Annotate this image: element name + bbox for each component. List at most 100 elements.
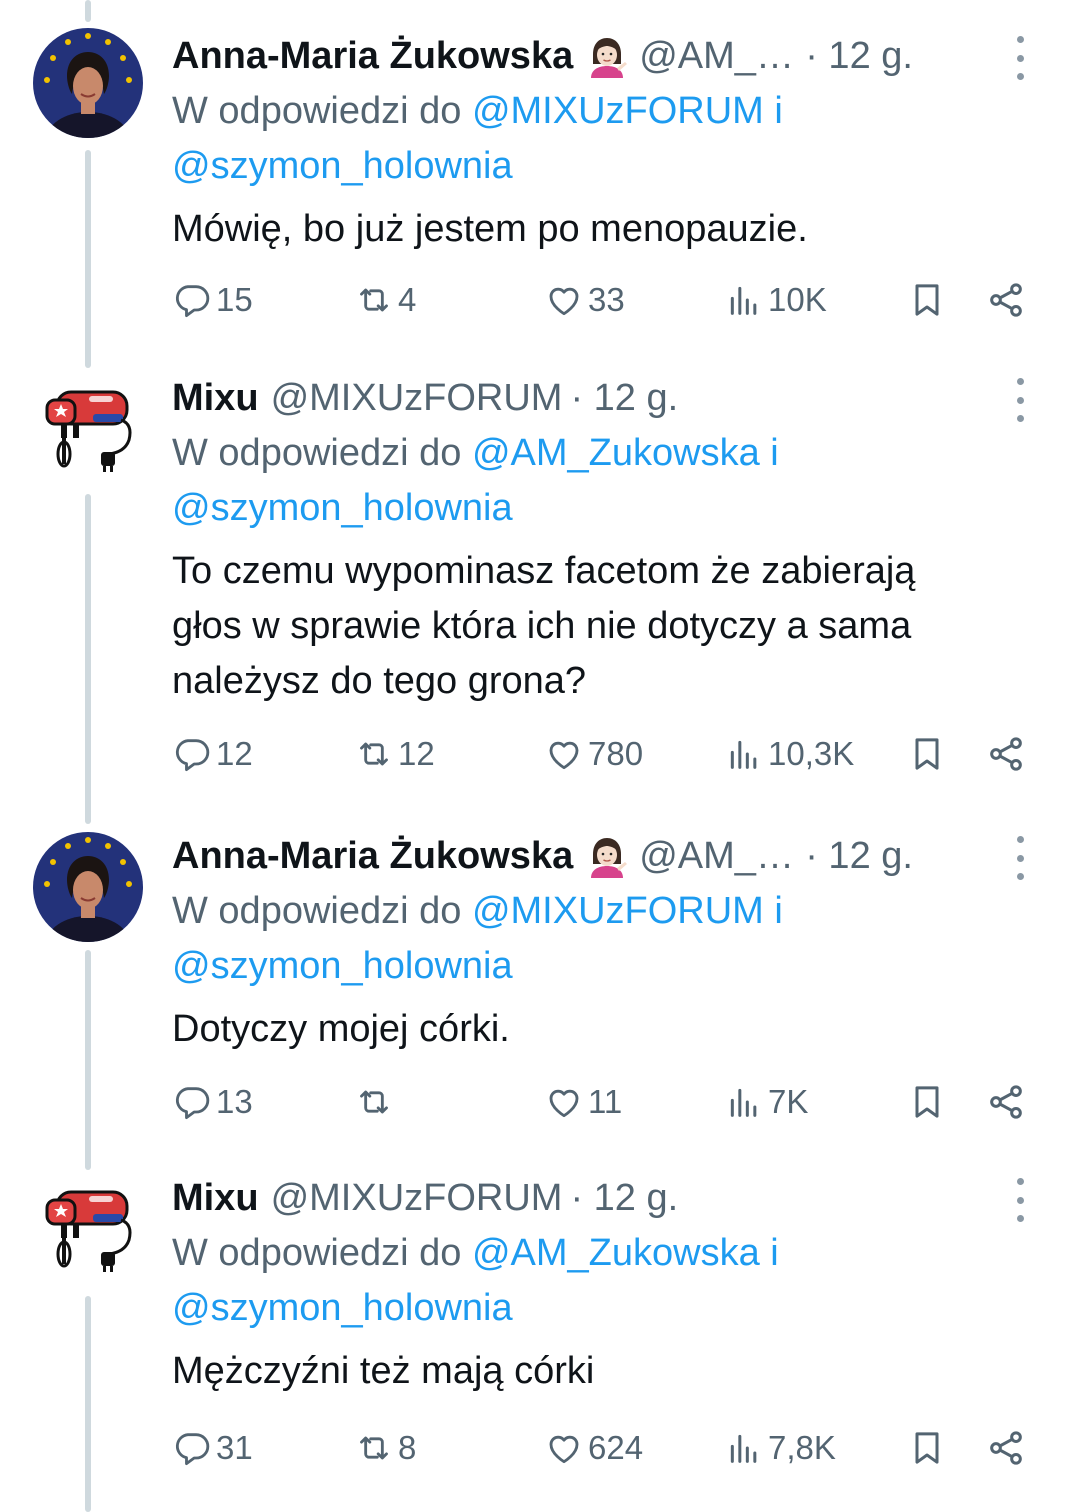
tweet-actions: 13 11 7K <box>172 1074 1040 1130</box>
like-button[interactable]: 624 <box>544 1420 643 1476</box>
author-name[interactable]: Mixu <box>172 1177 259 1220</box>
author-handle[interactable]: @MIXUzFORUM <box>271 377 563 420</box>
like-count: 11 <box>588 1083 623 1120</box>
reply-joiner: i <box>759 432 779 474</box>
tweet-header: Anna-Maria Żukowska @AM_Z... · 12 g. <box>172 828 1040 884</box>
views-button[interactable]: 7,8K <box>724 1420 836 1476</box>
retweet-button[interactable]: 12 <box>354 726 435 782</box>
tweet-time[interactable]: · 12 g. <box>570 377 678 420</box>
bookmark-button[interactable] <box>907 1074 951 1130</box>
reply-context: W odpowiedzi do @MIXUzFORUM i @szymon_ho… <box>172 884 1040 994</box>
heart-icon <box>544 280 584 320</box>
reply-icon <box>172 280 212 320</box>
tweet-text-line: głos w sprawie która ich nie dotyczy a s… <box>172 605 912 647</box>
thread-line <box>85 494 91 824</box>
reply-prefix: W odpowiedzi do <box>172 1232 472 1274</box>
share-icon <box>986 1082 1026 1122</box>
bookmark-button[interactable] <box>907 1420 951 1476</box>
mention-link[interactable]: @szymon_holownia <box>172 145 513 187</box>
reply-count: 13 <box>216 1083 253 1120</box>
more-options-icon[interactable] <box>1000 36 1040 80</box>
retweet-count: 4 <box>398 281 417 318</box>
tweet-text-line: należysz do tego grona? <box>172 660 587 702</box>
retweet-count: 8 <box>398 1429 417 1466</box>
author-handle[interactable]: @MIXUzFORUM <box>271 1177 563 1220</box>
reply-icon <box>172 734 212 774</box>
share-button[interactable] <box>986 272 1030 328</box>
thread-line <box>85 150 91 368</box>
views-count: 10,3K <box>768 735 855 772</box>
mention-link[interactable]: @szymon_holownia <box>172 487 513 529</box>
mention-link[interactable]: @szymon_holownia <box>172 1287 513 1329</box>
views-count: 7K <box>768 1083 809 1120</box>
analytics-icon <box>724 1082 764 1122</box>
tweet-text: Mówię, bo już jestem po menopauzie. <box>172 208 808 250</box>
retweet-button[interactable]: 4 <box>354 272 416 328</box>
like-count: 780 <box>588 735 644 772</box>
reply-button[interactable]: 31 <box>172 1420 253 1476</box>
retweet-button[interactable]: 8 <box>354 1420 416 1476</box>
thread-line <box>85 0 91 22</box>
tweet-actions: 12 12 780 10,3K <box>172 726 1040 782</box>
reply-prefix: W odpowiedzi do <box>172 432 472 474</box>
heart-icon <box>544 1082 584 1122</box>
share-icon <box>986 734 1026 774</box>
bookmark-icon <box>907 280 947 320</box>
reply-button[interactable]: 12 <box>172 726 253 782</box>
views-button[interactable]: 7K <box>724 1074 808 1130</box>
mention-link[interactable]: @AM_Zukowska <box>472 432 760 474</box>
avatar[interactable] <box>33 832 143 942</box>
person-tipping-hand-emoji-icon <box>585 34 629 78</box>
author-name[interactable]: Anna-Maria Żukowska <box>172 835 573 878</box>
views-button[interactable]: 10K <box>724 272 827 328</box>
retweet-icon <box>354 280 394 320</box>
tweet-actions: 15 4 33 10K <box>172 272 1040 328</box>
share-icon <box>986 1428 1026 1468</box>
reply-button[interactable]: 15 <box>172 272 253 328</box>
like-button[interactable]: 33 <box>544 272 625 328</box>
more-options-icon[interactable] <box>1000 836 1040 880</box>
reply-prefix: W odpowiedzi do <box>172 90 472 132</box>
author-name[interactable]: Anna-Maria Żukowska <box>172 35 573 78</box>
mention-link[interactable]: @MIXUzFORUM <box>472 90 764 132</box>
tweet-time[interactable]: · 12 g. <box>805 835 913 878</box>
tweet-time[interactable]: · 12 g. <box>570 1177 678 1220</box>
share-button[interactable] <box>986 726 1030 782</box>
mention-link[interactable]: @MIXUzFORUM <box>472 890 764 932</box>
bookmark-button[interactable] <box>907 726 951 782</box>
heart-icon <box>544 1428 584 1468</box>
reply-button[interactable]: 13 <box>172 1074 253 1130</box>
avatar[interactable] <box>33 1174 143 1284</box>
bookmark-icon <box>907 734 947 774</box>
more-options-icon[interactable] <box>1000 1178 1040 1222</box>
reply-prefix: W odpowiedzi do <box>172 890 472 932</box>
tweet-time[interactable]: · 12 g. <box>805 35 913 78</box>
reply-icon <box>172 1082 212 1122</box>
author-handle[interactable]: @AM_Z... <box>639 35 797 78</box>
views-button[interactable]: 10,3K <box>724 726 854 782</box>
retweet-button[interactable] <box>354 1074 398 1130</box>
avatar[interactable] <box>33 28 143 138</box>
share-icon <box>986 280 1026 320</box>
like-button[interactable]: 11 <box>544 1074 622 1130</box>
reply-context: W odpowiedzi do @AM_Zukowska i @szymon_h… <box>172 1226 1040 1336</box>
retweet-icon <box>354 734 394 774</box>
mention-link[interactable]: @AM_Zukowska <box>472 1232 760 1274</box>
reply-joiner: i <box>763 890 783 932</box>
share-button[interactable] <box>986 1420 1030 1476</box>
tweet-text: Dotyczy mojej córki. <box>172 1008 510 1050</box>
bookmark-button[interactable] <box>907 272 951 328</box>
author-handle[interactable]: @AM_Z... <box>639 835 797 878</box>
mention-link[interactable]: @szymon_holownia <box>172 945 513 987</box>
tweet-header: Mixu @MIXUzFORUM · 12 g. <box>172 1170 1040 1226</box>
tweet-actions: 31 8 624 7,8K <box>172 1420 1040 1476</box>
avatar[interactable] <box>33 374 143 484</box>
author-name[interactable]: Mixu <box>172 377 259 420</box>
like-button[interactable]: 780 <box>544 726 643 782</box>
tweet-text-line: To czemu wypominasz facetom że zabierają <box>172 550 916 592</box>
more-options-icon[interactable] <box>1000 378 1040 422</box>
tweet-header: Mixu @MIXUzFORUM · 12 g. <box>172 370 1040 426</box>
reply-joiner: i <box>759 1232 779 1274</box>
thread-line <box>85 1296 91 1512</box>
share-button[interactable] <box>986 1074 1030 1130</box>
